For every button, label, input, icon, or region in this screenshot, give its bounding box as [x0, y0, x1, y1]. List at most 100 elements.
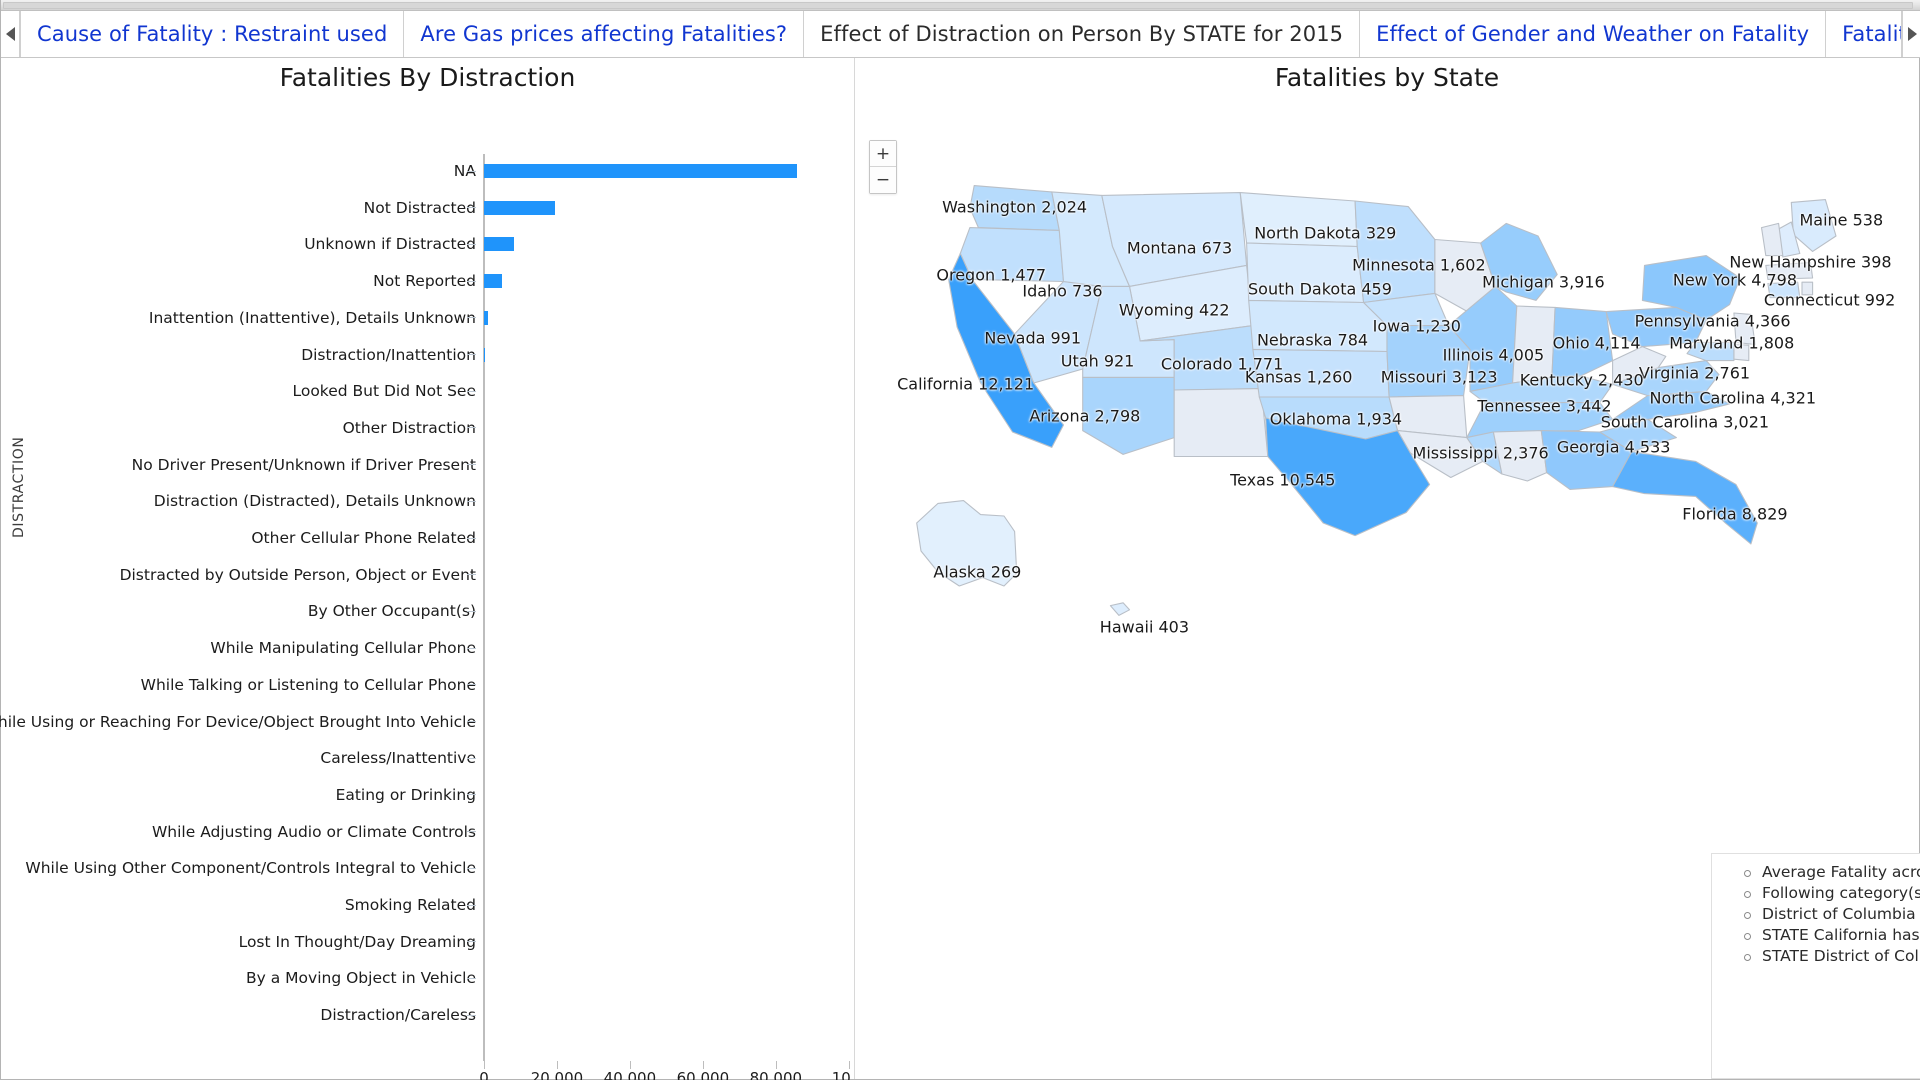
map-state-shape[interactable] [1354, 200, 1436, 304]
window-top-scrollbar[interactable] [1, 0, 1920, 11]
map-state-shape[interactable] [1252, 348, 1390, 398]
bar-segment[interactable] [484, 200, 556, 215]
insights-list: Average Fatality across STATE (s) is 238… [1712, 862, 1920, 967]
y-axis-tick [467, 464, 476, 466]
map-state-shape[interactable] [1173, 388, 1269, 458]
y-axis-tick [467, 500, 476, 502]
tab-label: Fatality rate for Ac [1842, 22, 1901, 46]
tabs-scroll-right-button[interactable] [1902, 11, 1920, 57]
map-state-shape[interactable] [916, 500, 1018, 587]
bar-segment[interactable] [484, 164, 797, 178]
bar-category-row[interactable]: No Driver Present/Unknown if Driver Pres… [1, 456, 854, 474]
bar-category-row[interactable]: Distraction/Inattention [1, 346, 854, 364]
map-state-shape[interactable] [1767, 281, 1801, 299]
map-state-shape[interactable] [1801, 281, 1814, 296]
bar-segment[interactable] [484, 347, 486, 362]
map-state-shape[interactable] [1492, 430, 1548, 482]
fatalities-by-distraction-panel: Fatalities By Distraction DISTRACTION NA… [0, 58, 866, 1080]
bar-category-row[interactable]: While Adjusting Audio or Climate Control… [1, 823, 854, 841]
bar-category-label: Unknown if Distracted [304, 235, 476, 254]
x-axis-tick [629, 1061, 631, 1069]
map-state-shape[interactable] [1790, 199, 1837, 252]
map-state-shape[interactable] [1733, 312, 1756, 346]
bar-category-row[interactable]: By a Moving Object in Vehicle [1, 969, 854, 987]
bar-segment[interactable] [484, 237, 515, 252]
y-axis-tick [467, 684, 476, 686]
bar-category-label: No Driver Present/Unknown if Driver Pres… [131, 455, 476, 474]
map-state-shape[interactable] [1760, 222, 1784, 257]
choropleth-map[interactable]: Washington 2,024 Oregon 1,477 Montana 673 N… [855, 103, 1919, 803]
tab-bar: Cause of Fatality : Restraint used Are Ga… [1, 11, 1920, 58]
bar-category-row[interactable]: Lost In Thought/Day Dreaming [1, 933, 854, 951]
bar-category-row[interactable]: While Using or Reaching For Device/Objec… [0, 713, 854, 731]
bar-category-row[interactable]: By Other Occupant(s) [1, 602, 854, 620]
bar-category-row[interactable]: While Manipulating Cellular Phone [1, 639, 854, 657]
bar-category-label: By Other Occupant(s) [307, 602, 476, 621]
x-axis-tick [775, 1061, 777, 1069]
map-state-shape[interactable] [1246, 242, 1365, 304]
us-map-svg [916, 185, 1837, 616]
bar-category-row[interactable]: Not Reported [1, 272, 854, 290]
bar-category-row[interactable]: Not Distracted [1, 199, 854, 217]
map-state-shape[interactable] [1612, 390, 1731, 420]
map-state-shape[interactable] [1239, 192, 1358, 248]
map-state-shape[interactable] [969, 185, 1060, 231]
insight-item: Following category(s) of STATE have high… [1744, 883, 1920, 904]
tab-4[interactable]: Fatality rate for Ac [1826, 11, 1902, 57]
y-axis-tick [467, 794, 476, 796]
map-state-shape[interactable] [959, 227, 1065, 283]
tabs-scroll-left-button[interactable] [1, 11, 20, 57]
bar-category-row[interactable]: While Talking or Listening to Cellular P… [1, 676, 854, 694]
bar-category-row[interactable]: Unknown if Distracted [1, 235, 854, 253]
bar-category-label: While Talking or Listening to Cellular P… [140, 675, 476, 694]
bar-category-label: Distracted by Outside Person, Object or … [119, 565, 476, 584]
bar-category-label: Inattention (Inattentive), Details Unkno… [148, 308, 476, 327]
map-insights-panel: Average Fatality across STATE (s) is 238… [1711, 853, 1920, 1079]
tab-list: Cause of Fatality : Restraint used Are Ga… [20, 11, 1902, 57]
x-axis-tick [702, 1061, 704, 1069]
y-axis-tick [467, 537, 476, 539]
x-axis-tick-label: 40,000 [603, 1069, 657, 1080]
tab-1[interactable]: Are Gas prices affecting Fatalities? [404, 11, 805, 57]
bar-category-row[interactable]: Distraction/Careless [1, 1006, 854, 1024]
bar-category-row[interactable]: Other Distraction [1, 419, 854, 437]
map-state-shape[interactable] [1512, 305, 1556, 384]
map-state-shape[interactable] [1612, 451, 1758, 545]
y-axis-tick [467, 280, 476, 282]
insight-item: Average Fatality across STATE (s) is 238… [1744, 862, 1920, 883]
bar-category-row[interactable]: Careless/Inattentive [1, 749, 854, 767]
tab-0[interactable]: Cause of Fatality : Restraint used [20, 11, 405, 57]
y-axis-tick [467, 390, 476, 392]
y-axis-tick [467, 831, 476, 833]
scrollbar-thumb[interactable] [3, 2, 1913, 9]
y-axis-tick [467, 354, 476, 355]
map-state-shape[interactable] [1733, 343, 1750, 362]
bar-category-row[interactable]: Distracted by Outside Person, Object or … [1, 566, 854, 584]
bar-category-label: Other Cellular Phone Related [251, 529, 476, 547]
map-state-shape[interactable] [1765, 262, 1814, 280]
bar-category-row[interactable]: Looked But Did Not See [1, 382, 854, 400]
map-state-shape[interactable] [1551, 306, 1614, 378]
bar-category-row[interactable]: Eating or Drinking [1, 786, 854, 804]
insight-item: STATE California has Fatality 12121.00 w… [1744, 925, 1920, 946]
bar-category-row[interactable]: Smoking Related [1, 896, 854, 914]
tab-2[interactable]: Effect of Distraction on Person By STATE… [804, 11, 1361, 57]
map-state-shape[interactable] [1686, 341, 1735, 362]
map-state-shape[interactable] [1109, 602, 1131, 616]
map-state-shape[interactable] [1248, 299, 1388, 353]
chevron-left-icon [5, 27, 15, 41]
bar-category-row[interactable]: Distraction (Distracted), Details Unknow… [1, 492, 854, 510]
bar-segment[interactable] [484, 274, 503, 289]
bar-category-label: While Using Other Component/Controls Int… [25, 859, 476, 878]
tab-3[interactable]: Effect of Gender and Weather on Fatality [1360, 11, 1827, 57]
bar-category-row[interactable]: While Using Other Component/Controls Int… [1, 859, 854, 877]
map-state-shape[interactable] [1082, 376, 1175, 455]
y-axis-tick [467, 610, 476, 612]
y-axis-tick [467, 427, 476, 429]
bar-category-row[interactable]: Inattention (Inattentive), Details Unkno… [1, 309, 854, 327]
bar-category-label: Distraction/Careless [320, 1006, 476, 1025]
bar-category-row[interactable]: Other Cellular Phone Related [1, 529, 854, 547]
bar-category-row[interactable]: NA [1, 162, 854, 180]
bar-category-label: Not Distracted [363, 198, 476, 217]
bar-segment[interactable] [484, 310, 488, 325]
